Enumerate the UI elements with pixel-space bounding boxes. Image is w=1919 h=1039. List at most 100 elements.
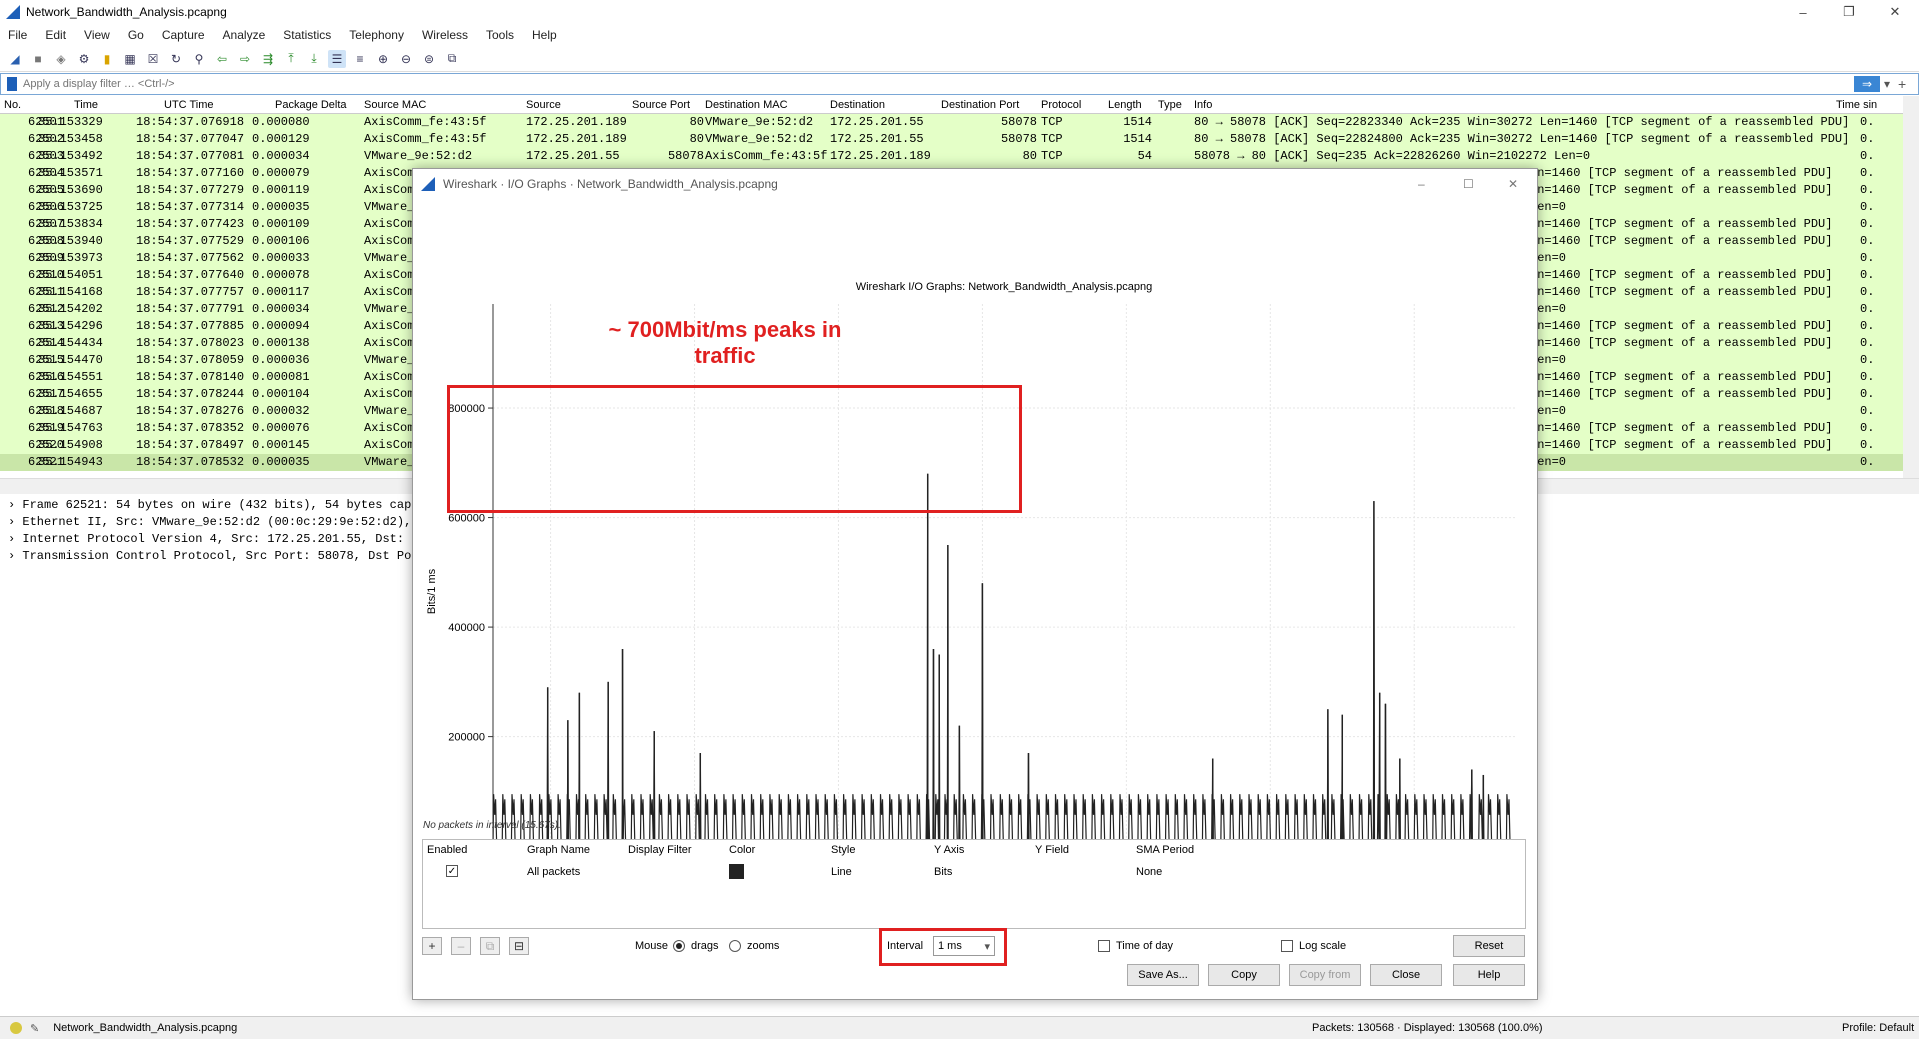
add-filter-button-icon[interactable]: + [1898, 76, 1918, 92]
first-packet-icon[interactable]: ⤒ [282, 50, 300, 68]
packet-list-vertical-scrollbar[interactable] [1903, 96, 1919, 478]
column-header[interactable]: Length [1108, 99, 1142, 111]
log-scale-label: Log scale [1299, 940, 1347, 952]
table-cell: 0. [1860, 285, 1875, 299]
reload-file-icon[interactable]: ↻ [167, 50, 185, 68]
graph-sma[interactable]: None [1136, 866, 1162, 878]
minimize-button[interactable]: – [1780, 0, 1826, 24]
go-forward-icon[interactable]: ⇨ [236, 50, 254, 68]
open-file-icon[interactable]: ▮ [98, 50, 116, 68]
menu-wireless[interactable]: Wireless [422, 28, 468, 42]
last-packet-icon[interactable]: ⤓ [305, 50, 323, 68]
menu-edit[interactable]: Edit [45, 28, 66, 42]
restart-capture-icon[interactable]: ◈ [52, 50, 70, 68]
io-minimize-button[interactable]: – [1418, 177, 1425, 191]
col-y-axis: Y Axis [934, 844, 965, 856]
column-header[interactable]: Protocol [1041, 99, 1081, 111]
menu-file[interactable]: File [8, 28, 27, 42]
column-header[interactable]: Destination MAC [705, 99, 788, 111]
table-cell: TCP [1041, 149, 1063, 163]
menu-view[interactable]: View [84, 28, 110, 42]
table-cell: 0. [1860, 200, 1875, 214]
maximize-button[interactable]: ❐ [1826, 0, 1872, 24]
graph-color-swatch[interactable] [729, 864, 744, 879]
help-button[interactable]: Help [1453, 964, 1525, 986]
wireshark-logo-icon [421, 177, 435, 191]
expert-info-icon[interactable] [10, 1022, 22, 1034]
menu-help[interactable]: Help [532, 28, 557, 42]
duplicate-graph-icon[interactable]: ⧉ [480, 937, 500, 955]
find-packet-icon[interactable]: ⚲ [190, 50, 208, 68]
go-to-packet-icon[interactable]: ⇶ [259, 50, 277, 68]
time-of-day-checkbox[interactable] [1098, 940, 1110, 952]
autoscroll-icon[interactable]: ☰ [328, 49, 346, 68]
copy-from-button[interactable]: Copy from [1289, 964, 1361, 986]
reset-button[interactable]: Reset [1453, 935, 1525, 957]
zooms-label: zooms [747, 940, 780, 952]
menu-tools[interactable]: Tools [486, 28, 514, 42]
detail-item-ip[interactable]: › Internet Protocol Version 4, Src: 172.… [0, 532, 420, 549]
bookmark-icon[interactable] [7, 77, 17, 91]
clear-graphs-icon[interactable]: ⊟ [509, 937, 529, 955]
menu-go[interactable]: Go [128, 28, 144, 42]
column-header[interactable]: UTC Time [164, 99, 214, 111]
copy-button[interactable]: Copy [1208, 964, 1280, 986]
close-file-icon[interactable]: ☒ [144, 50, 162, 68]
column-header[interactable]: Info [1194, 99, 1212, 111]
zoom-in-icon[interactable]: ⊕ [374, 50, 392, 68]
close-window-button[interactable]: ✕ [1872, 0, 1918, 24]
column-header[interactable]: Package Delta [275, 99, 347, 111]
log-scale-checkbox[interactable] [1281, 940, 1293, 952]
column-header[interactable]: Source Port [632, 99, 690, 111]
resize-columns-icon[interactable]: ⧉ [443, 50, 461, 68]
graph-enabled-checkbox[interactable]: ✓ [446, 865, 458, 877]
start-capture-icon[interactable]: ◢ [6, 50, 24, 68]
table-row[interactable]: 62503 35.153492 18:54:37.077081 0.000034 VMw… [0, 148, 1919, 165]
graph-style[interactable]: Line [831, 866, 852, 878]
interval-select[interactable]: 1 ms ▾ [933, 936, 995, 956]
column-header[interactable]: Source [526, 99, 561, 111]
add-graph-icon[interactable]: + [422, 937, 442, 955]
column-header[interactable]: Time sin [1836, 99, 1877, 111]
close-button[interactable]: Close [1370, 964, 1442, 986]
table-cell: 1514 [1123, 115, 1152, 129]
table-cell: 0. [1860, 166, 1875, 180]
apply-filter-icon[interactable]: ⇒ [1854, 76, 1880, 92]
column-header[interactable]: No. [4, 99, 21, 111]
column-header[interactable]: Destination Port [941, 99, 1019, 111]
table-cell: AxisCom [364, 370, 415, 384]
mouse-zooms-radio[interactable] [729, 940, 741, 952]
detail-item-ethernet[interactable]: › Ethernet II, Src: VMware_9e:52:d2 (00:… [0, 515, 420, 532]
graph-y-axis[interactable]: Bits [934, 866, 952, 878]
filter-dropdown-icon[interactable]: ▾ [1884, 77, 1898, 91]
menu-statistics[interactable]: Statistics [283, 28, 331, 42]
table-row[interactable]: 62501 35.153329 18:54:37.076918 0.000080 Axi… [0, 114, 1919, 131]
table-cell: 58078 [667, 149, 704, 163]
edit-comment-icon[interactable]: ✎ [30, 1022, 39, 1035]
column-header[interactable]: Type [1158, 99, 1182, 111]
table-row[interactable]: 62502 35.153458 18:54:37.077047 0.000129 Axi… [0, 131, 1919, 148]
menu-telephony[interactable]: Telephony [349, 28, 404, 42]
remove-graph-icon[interactable]: – [451, 937, 471, 955]
display-filter-input[interactable] [23, 78, 1854, 90]
detail-item-tcp[interactable]: › Transmission Control Protocol, Src Por… [0, 549, 420, 566]
save-as-button[interactable]: Save As... [1127, 964, 1199, 986]
stop-capture-icon[interactable]: ■ [29, 50, 47, 68]
capture-options-icon[interactable]: ⚙ [75, 50, 93, 68]
menu-analyze[interactable]: Analyze [223, 28, 266, 42]
table-cell: 172.25.201.55 [830, 115, 924, 129]
column-header[interactable]: Source MAC [364, 99, 426, 111]
mouse-drags-radio[interactable] [673, 940, 685, 952]
column-header[interactable]: Time [74, 99, 98, 111]
io-close-button[interactable]: ✕ [1508, 177, 1518, 191]
column-header[interactable]: Destination [830, 99, 885, 111]
io-maximize-button[interactable]: ☐ [1463, 177, 1474, 191]
graph-name[interactable]: All packets [527, 866, 580, 878]
detail-item-frame[interactable]: › Frame 62521: 54 bytes on wire (432 bit… [0, 498, 420, 515]
save-file-icon[interactable]: ▦ [121, 50, 139, 68]
normal-size-icon[interactable]: ⊜ [420, 50, 438, 68]
zoom-out-icon[interactable]: ⊖ [397, 50, 415, 68]
go-back-icon[interactable]: ⇦ [213, 50, 231, 68]
menu-capture[interactable]: Capture [162, 28, 205, 42]
colorize-icon[interactable]: ≡ [351, 50, 369, 68]
